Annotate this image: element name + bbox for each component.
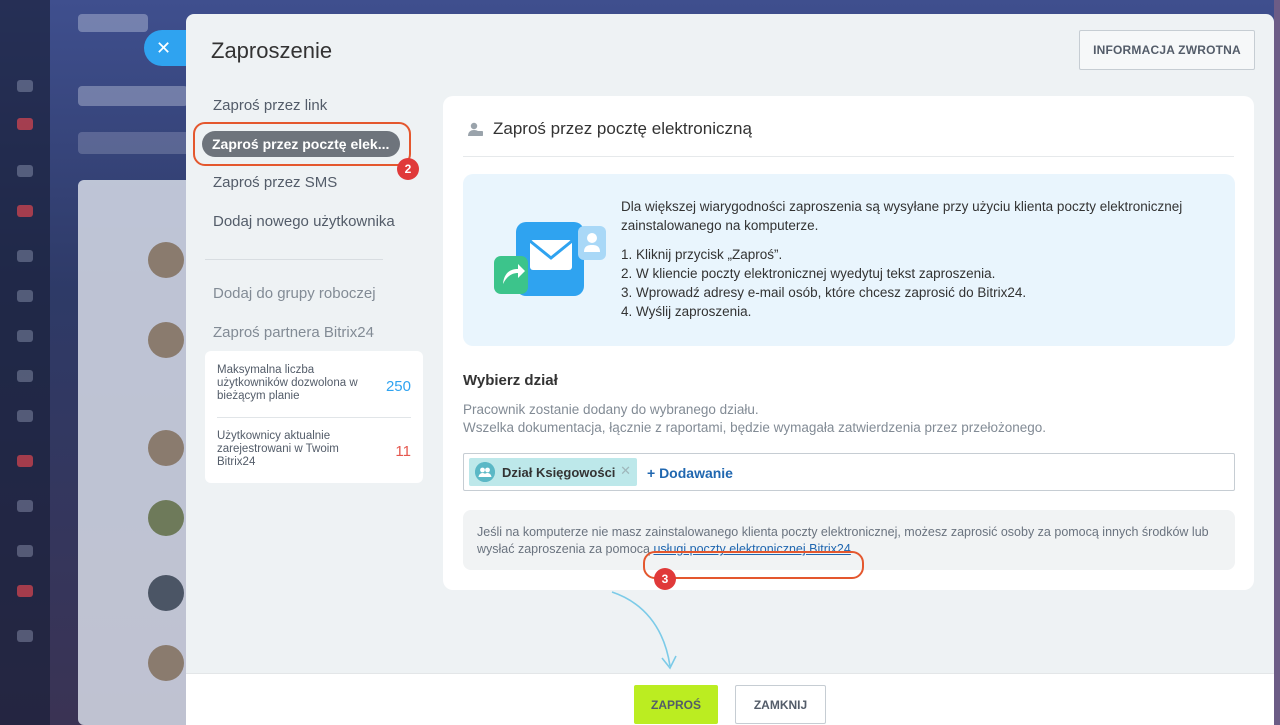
menu-divider (205, 259, 383, 260)
background-heading-blur (78, 86, 188, 106)
department-desc-line: Pracownik zostanie dodany do wybranego d… (463, 402, 759, 417)
close-icon: ✕ (156, 37, 172, 59)
menu-item-invite-sms[interactable]: Zaproś przez SMS (213, 174, 337, 191)
current-users-value: 11 (395, 443, 411, 460)
info-step: 3. Wprowadź adresy e-mail osób, które ch… (621, 285, 1027, 300)
menu-item-invite-partner[interactable]: Zaproś partnera Bitrix24 (213, 324, 374, 341)
user-invite-icon (468, 122, 483, 136)
highlight-ring-step-3 (643, 551, 864, 579)
info-step: 4. Wyślij zaproszenia. (621, 304, 752, 319)
invite-slider-panel: Zaproszenie INFORMACJA ZWROTNA Zaproś pr… (186, 14, 1274, 725)
department-chip: Dział Księgowości ✕ (469, 458, 637, 486)
background-left-rail (0, 0, 50, 725)
department-chip-label: Dział Księgowości (502, 464, 616, 480)
info-step: 1. Kliknij przycisk „Zaproś”. (621, 247, 783, 262)
card-title: Zaproś przez pocztę elektroniczną (493, 119, 752, 138)
group-icon (475, 462, 495, 482)
invite-button[interactable]: ZAPROŚ (634, 685, 718, 724)
background-toolbar-blur (78, 132, 198, 154)
background-avatar (148, 500, 184, 536)
background-avatar (148, 575, 184, 611)
footer-bar (186, 673, 1274, 725)
current-users-label: Użytkownicy aktualnie zarejestrowani w T… (217, 430, 339, 468)
email-envelope-illustration (494, 222, 606, 296)
background-avatar (148, 322, 184, 358)
add-department-link[interactable]: + Dodawanie (647, 465, 733, 481)
background-avatar (148, 645, 184, 681)
department-selector[interactable]: Dział Księgowości ✕ + Dodawanie (463, 453, 1235, 491)
close-button[interactable]: ZAMKNIJ (735, 685, 826, 724)
step-badge-2: 2 (397, 158, 419, 180)
menu-item-invite-link[interactable]: Zaproś przez link (213, 97, 327, 114)
info-box: Dla większej wiarygodności zaproszenia s… (463, 174, 1235, 346)
department-section-title: Wybierz dział (463, 372, 558, 389)
limits-divider (217, 417, 411, 418)
background-right-edge (1274, 0, 1280, 725)
info-step: 2. W kliencie poczty elektronicznej wyed… (621, 266, 996, 281)
background-title-blur (78, 14, 148, 32)
menu-item-add-user[interactable]: Dodaj nowego użytkownika (213, 213, 395, 230)
email-invite-card: Zaproś przez pocztę elektroniczną Dla wi… (443, 96, 1254, 590)
info-intro: Dla większej wiarygodności zaproszenia s… (621, 199, 1183, 233)
background-avatar (148, 242, 184, 278)
user-limits-box: Maksymalna liczba użytkowników dozwolona… (205, 351, 423, 483)
page-title: Zaproszenie (211, 38, 333, 63)
menu-item-add-to-workgroup[interactable]: Dodaj do grupy roboczej (213, 285, 376, 302)
menu-item-invite-email[interactable]: Zaproś przez pocztę elek... (202, 131, 400, 157)
close-slider-button[interactable]: ✕ (144, 30, 188, 66)
max-users-value: 250 (385, 378, 411, 395)
department-section-desc: Pracownik zostanie dodany do wybranego d… (463, 401, 1223, 437)
info-steps: 1. Kliknij przycisk „Zaproś”. 2. W klien… (621, 245, 1211, 321)
step-badge-3: 3 (654, 568, 676, 590)
max-users-label: Maksymalna liczba użytkowników dozwolona… (217, 364, 358, 402)
hint-arrow-icon (611, 591, 677, 670)
department-desc-line: Wszelka dokumentacja, łącznie z raportam… (463, 420, 1047, 435)
card-divider (463, 156, 1234, 157)
background-avatar (148, 430, 184, 466)
feedback-button[interactable]: INFORMACJA ZWROTNA (1079, 30, 1255, 70)
remove-chip-icon[interactable]: ✕ (620, 464, 631, 479)
